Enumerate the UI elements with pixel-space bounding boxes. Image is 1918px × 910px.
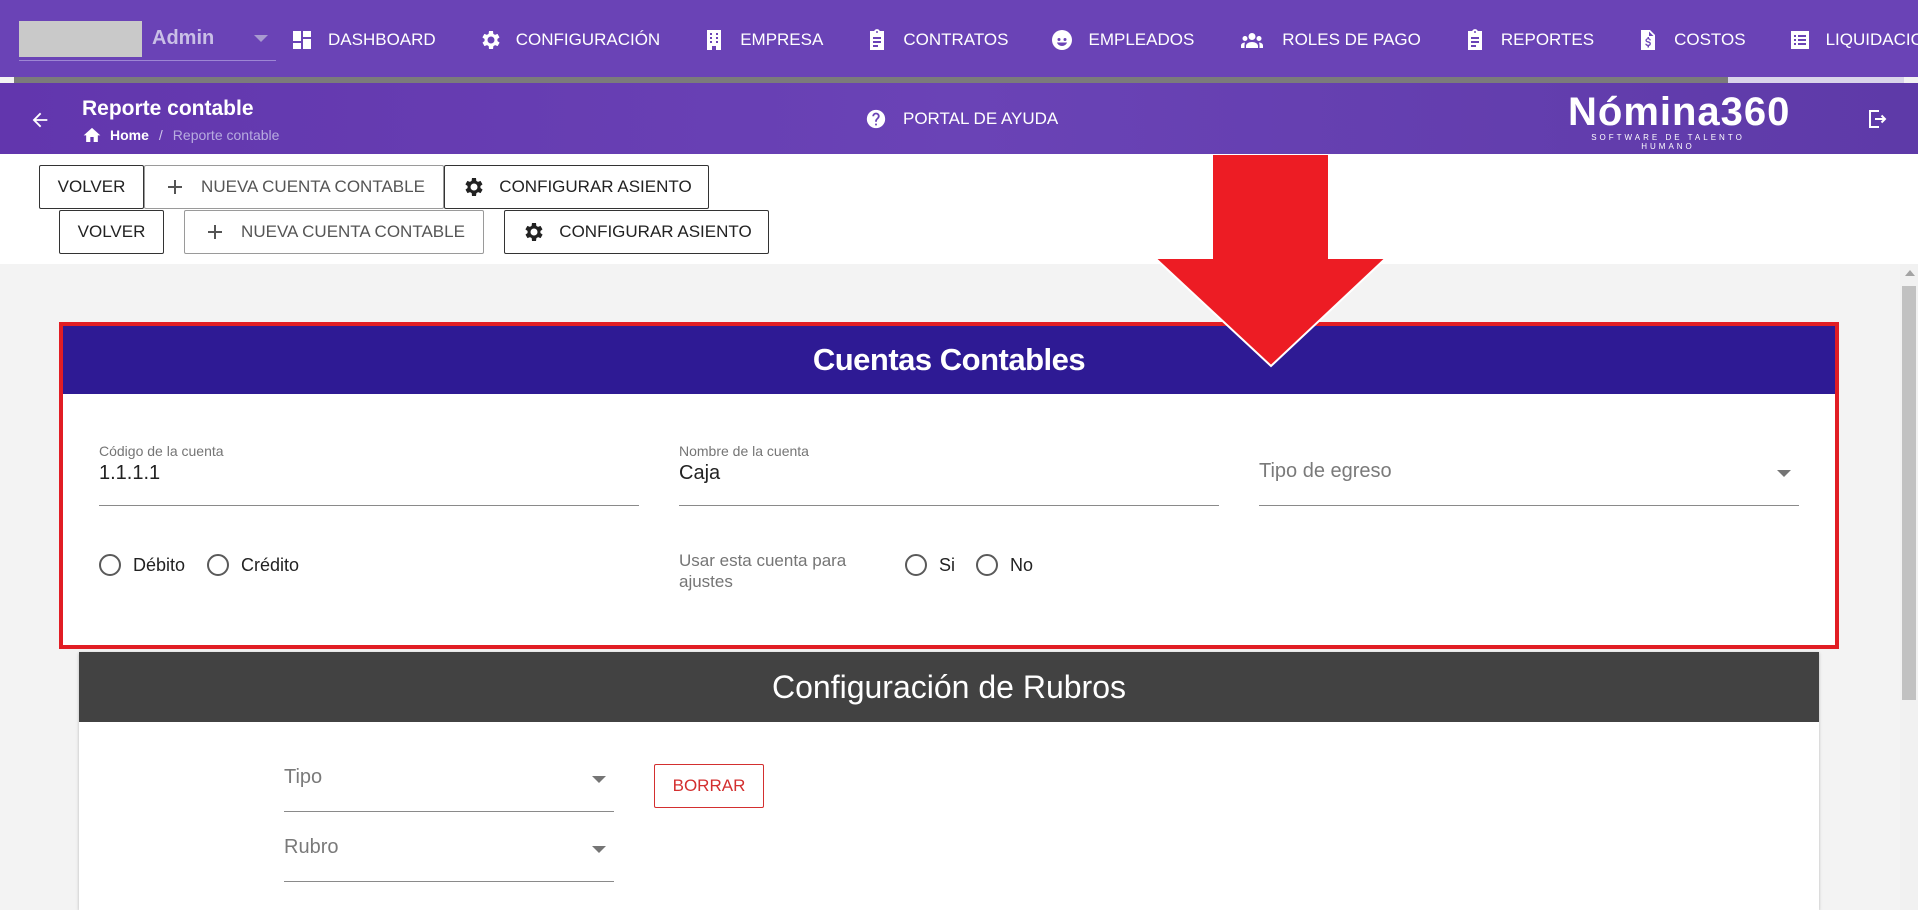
field-placeholder: Tipo de egreso: [1259, 460, 1392, 482]
dollar-file-icon: [1641, 30, 1656, 50]
top-navigation: Admin DASHBOARD CONFIGURACIÓN EMPRESA CO…: [0, 0, 1918, 77]
volver-button[interactable]: VOLVER: [59, 210, 164, 254]
radio-circle[interactable]: [207, 554, 229, 576]
radio-label: Débito: [133, 554, 186, 575]
nueva-cuenta-contable-button[interactable]: NUEVA CUENTA CONTABLE: [184, 210, 484, 254]
building-icon: [707, 30, 722, 50]
nav-item-contratos[interactable]: CONTRATOS: [865, 0, 1008, 80]
plus-icon: [208, 225, 223, 239]
field-placeholder: Rubro: [284, 836, 339, 858]
nav-item-label: ROLES DE PAGO: [1282, 30, 1421, 49]
brand-tagline: SOFTWARE DE TALENTO HUMANO: [1591, 133, 1745, 151]
clipboard-icon: [1467, 29, 1482, 50]
chevron-down-icon[interactable]: [254, 35, 268, 42]
nav-item-configuracion[interactable]: CONFIGURACIÓN: [478, 0, 661, 80]
logout-icon[interactable]: [1866, 107, 1890, 131]
nav-item-roles-de-pago[interactable]: ROLES DE PAGO: [1236, 0, 1421, 80]
button-label: NUEVA CUENTA CONTABLE: [201, 177, 425, 196]
back-arrow-icon[interactable]: [29, 109, 51, 131]
chevron-down-icon: [592, 846, 606, 853]
dashboard-icon: [293, 31, 311, 49]
scroll-up-arrow-icon[interactable]: [1905, 270, 1915, 276]
help-label: PORTAL DE AYUDA: [903, 109, 1059, 128]
field-placeholder: Tipo: [284, 766, 323, 788]
nav-item-label: EMPRESA: [740, 30, 824, 49]
nav-item-label: CONFIGURACIÓN: [515, 30, 661, 49]
cuentas-contables-title: Cuentas Contables: [63, 326, 1835, 394]
borrar-button[interactable]: BORRAR: [654, 764, 764, 808]
nav-item-label: EMPLEADOS: [1088, 30, 1195, 49]
nav-item-empleados[interactable]: EMPLEADOS: [1050, 0, 1194, 80]
radio-si[interactable]: Si: [905, 554, 955, 576]
radio-label: Crédito: [241, 554, 300, 575]
breadcrumb-home[interactable]: Home: [110, 127, 149, 143]
people-icon: [1241, 33, 1264, 48]
nav-item-empresa[interactable]: EMPRESA: [702, 0, 823, 80]
radio-label: Si: [939, 554, 956, 575]
field-label: Nombre de la cuenta: [679, 443, 809, 459]
scrollbar-thumb[interactable]: [1902, 286, 1916, 700]
arrow-down-annotation-icon: [1153, 154, 1388, 368]
gear-icon: [465, 178, 483, 196]
breadcrumb: Home / Reporte contable: [82, 126, 279, 143]
radio-circle[interactable]: [976, 554, 998, 576]
nueva-cuenta-contable-button[interactable]: NUEVA CUENTA CONTABLE: [144, 165, 444, 209]
radio-label: No: [1010, 554, 1034, 575]
user-name: Admin: [152, 27, 215, 49]
radio-no[interactable]: No: [976, 554, 1033, 576]
nav-item-reportes[interactable]: REPORTES: [1463, 0, 1594, 80]
help-icon: [866, 109, 886, 129]
radio-debito[interactable]: Débito: [99, 554, 185, 576]
radio-credito[interactable]: Crédito: [207, 554, 299, 576]
field-label: Código de la cuenta: [99, 443, 224, 459]
clipboard-icon: [870, 29, 885, 50]
field-value: 1.1.1.1: [99, 462, 161, 484]
breadcrumb-separator: /: [158, 126, 163, 143]
breadcrumb-current: Reporte contable: [172, 126, 280, 143]
gear-icon: [525, 223, 543, 241]
user-selector[interactable]: Admin: [19, 21, 276, 61]
brand-logo: Nómina360 SOFTWARE DE TALENTO HUMANO: [1568, 90, 1791, 151]
list-icon: [1790, 31, 1809, 49]
avatar: [19, 21, 142, 57]
nav-item-liquidaciones[interactable]: LIQUIDACIONES: [1788, 0, 1918, 80]
nav-item-label: DASHBOARD: [328, 30, 436, 49]
codigo-cuenta-field[interactable]: Código de la cuenta 1.1.1.1: [99, 440, 639, 506]
home-icon: [83, 127, 101, 142]
radio-circle[interactable]: [905, 554, 927, 576]
volver-button[interactable]: VOLVER: [39, 165, 144, 209]
nav-item-dashboard[interactable]: DASHBOARD: [290, 0, 436, 80]
plus-icon: [168, 180, 183, 194]
nav-item-costos[interactable]: COSTOS: [1636, 0, 1746, 80]
button-label: CONFIGURAR ASIENTO: [559, 222, 752, 241]
nav-item-label: CONTRATOS: [903, 30, 1009, 49]
page-title: Reporte contable: [82, 97, 254, 120]
ajustes-question: Usar esta cuenta para ajustes: [679, 551, 847, 591]
rubro-select[interactable]: Rubro: [284, 816, 614, 882]
gear-icon: [482, 31, 500, 49]
chevron-down-icon: [1777, 470, 1791, 477]
button-label: NUEVA CUENTA CONTABLE: [241, 222, 465, 241]
page-header: Reporte contable Home / Reporte contable…: [0, 83, 1918, 154]
field-value: Caja: [679, 462, 721, 484]
nombre-cuenta-field[interactable]: Nombre de la cuenta Caja: [679, 440, 1219, 506]
tipo-egreso-select[interactable]: Tipo de egreso: [1259, 440, 1799, 506]
tipo-select[interactable]: Tipo: [284, 746, 614, 812]
nav-item-label: REPORTES: [1500, 30, 1595, 49]
help-portal-link[interactable]: PORTAL DE AYUDA: [865, 108, 1058, 130]
configuracion-rubros-title: Configuración de Rubros: [79, 652, 1819, 722]
face-icon: [1052, 30, 1073, 50]
brand-name: Nómina360: [1568, 90, 1791, 134]
radio-circle[interactable]: [99, 554, 121, 576]
configurar-asiento-button[interactable]: CONFIGURAR ASIENTO: [444, 165, 709, 209]
button-label: CONFIGURAR ASIENTO: [499, 177, 692, 196]
nav-item-label: LIQUIDACIONES: [1825, 30, 1918, 49]
configurar-asiento-button[interactable]: CONFIGURAR ASIENTO: [504, 210, 769, 254]
nav-item-label: COSTOS: [1674, 30, 1746, 49]
chevron-down-icon: [592, 776, 606, 783]
